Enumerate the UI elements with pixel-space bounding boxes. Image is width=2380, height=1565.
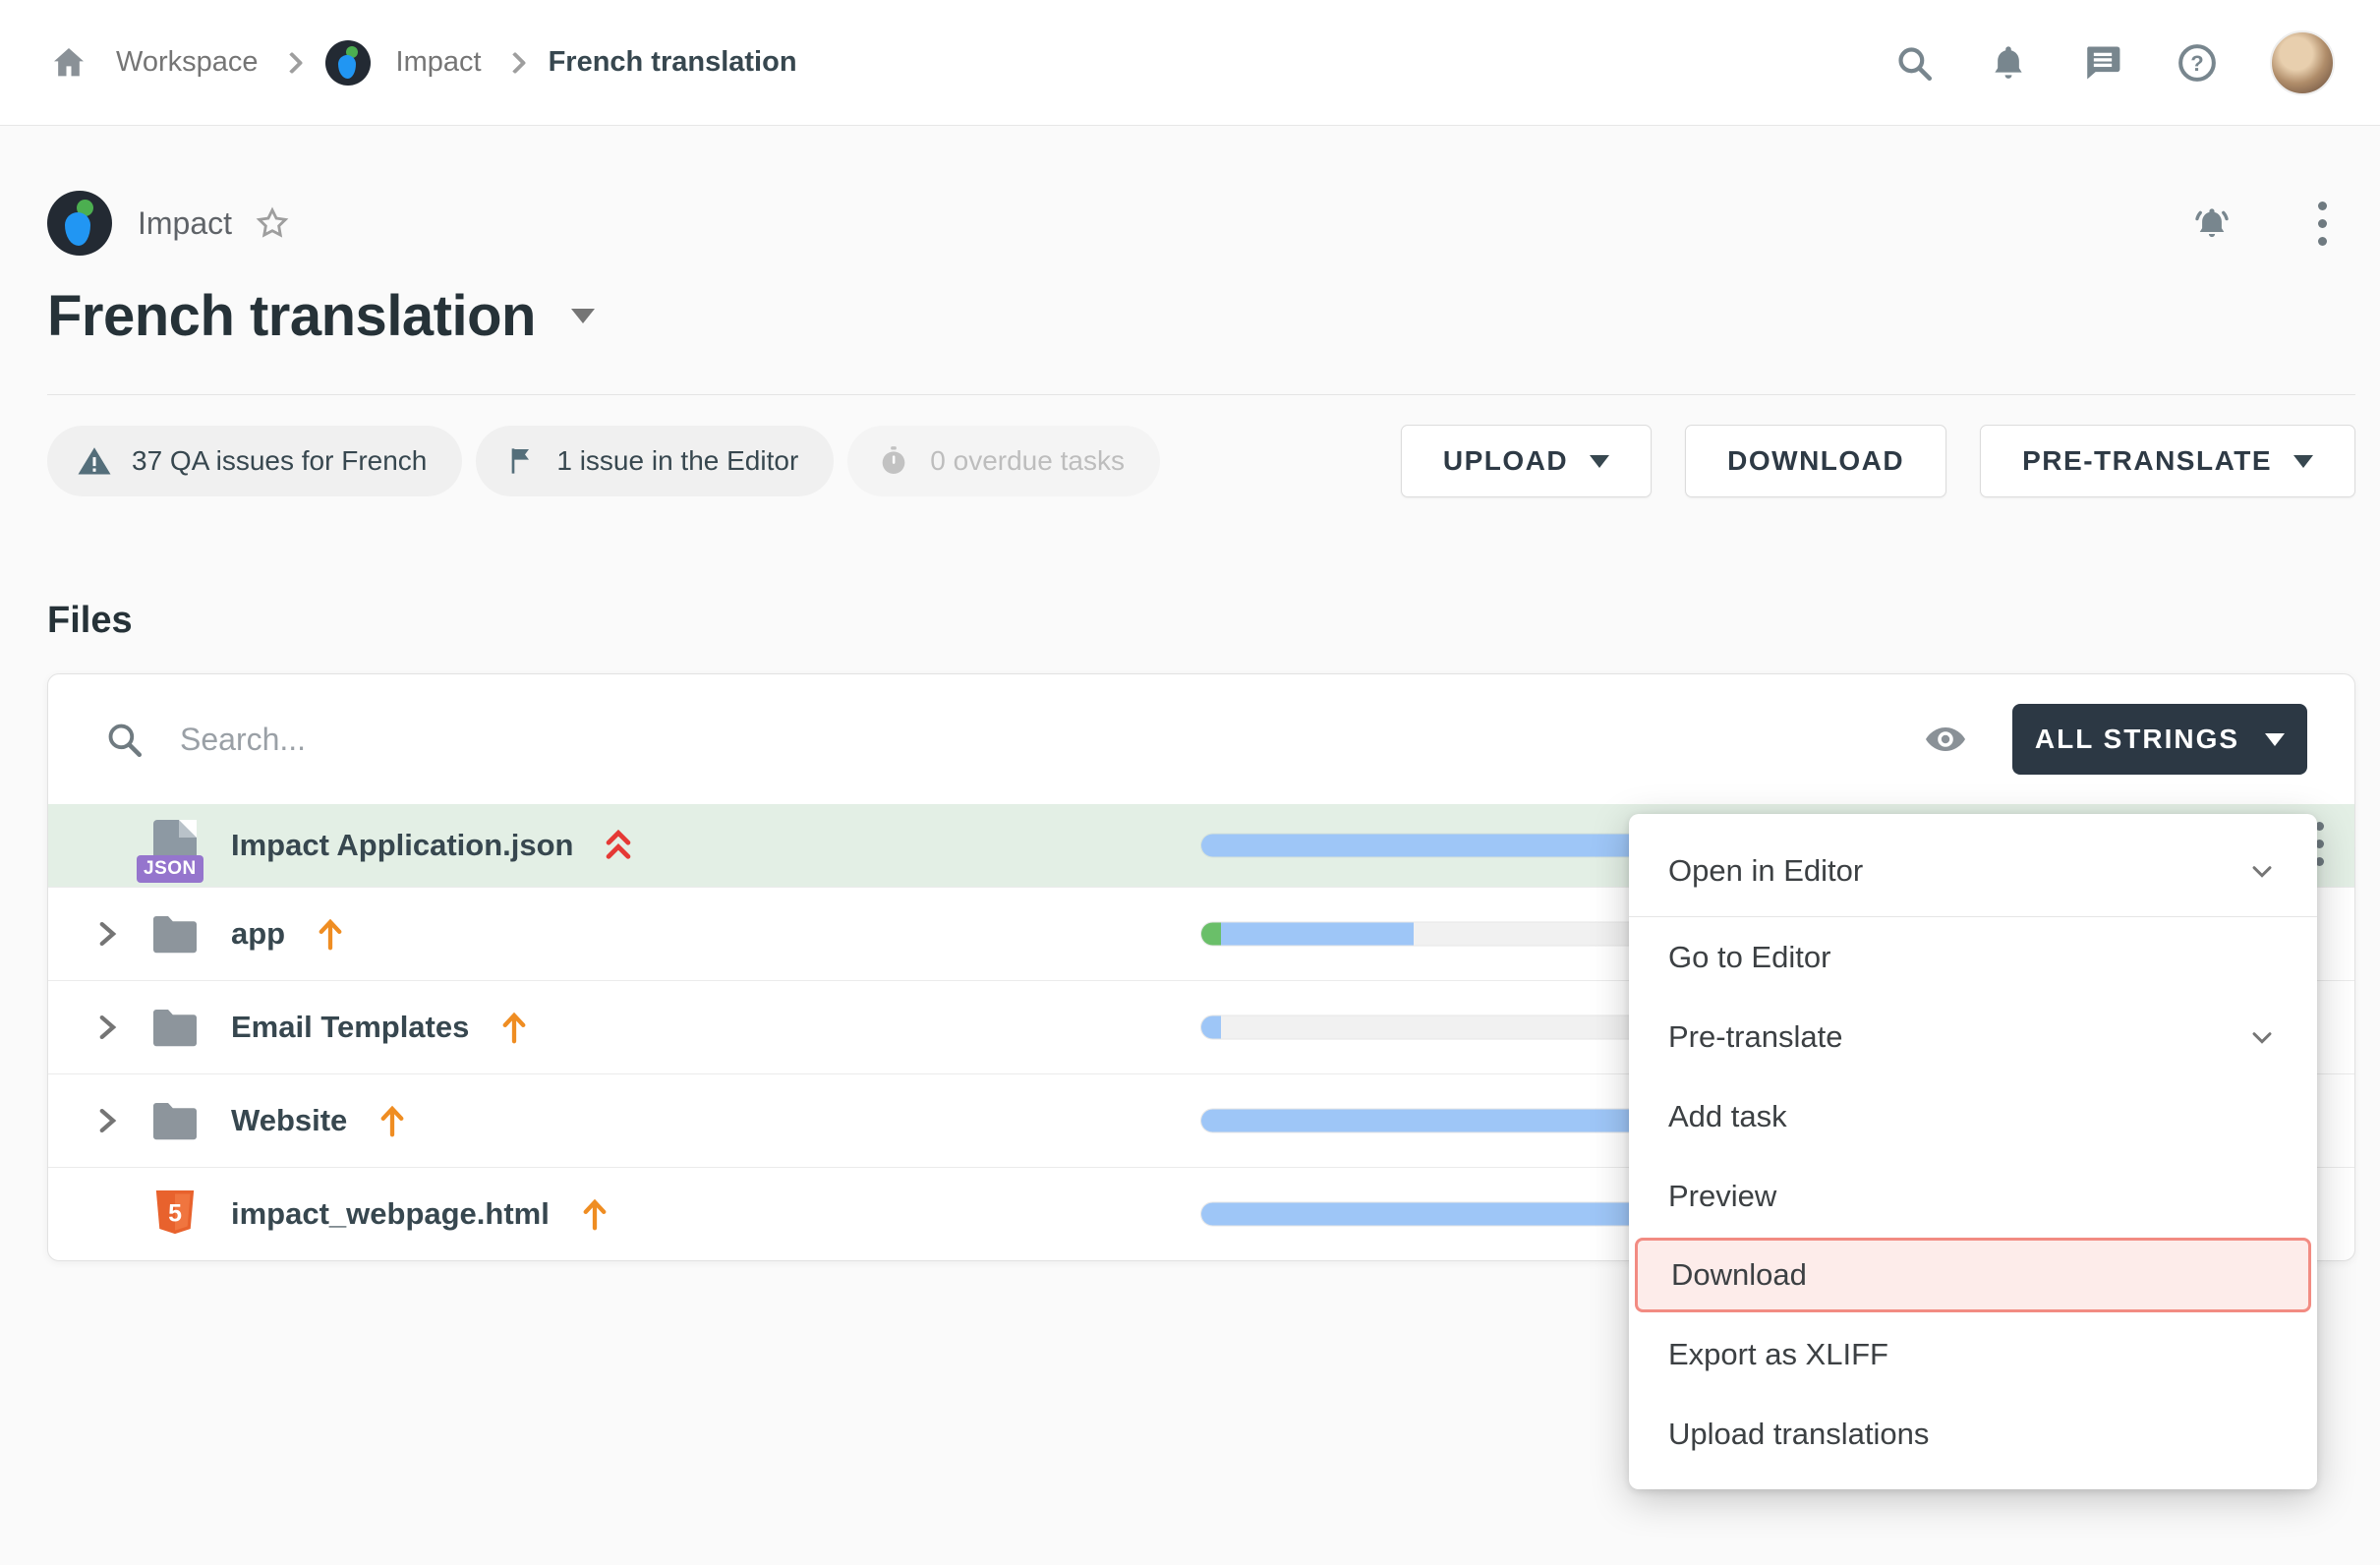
menu-item-download[interactable]: Download (1635, 1238, 2311, 1312)
pre-translate-button-label: PRE-TRANSLATE (2022, 445, 2272, 477)
all-strings-filter-button[interactable]: ALL STRINGS (2012, 704, 2307, 775)
menu-item-label: Go to Editor (1668, 940, 1830, 975)
files-section-heading: Files (47, 600, 2355, 642)
home-icon[interactable] (47, 41, 90, 85)
upload-button[interactable]: UPLOAD (1401, 425, 1652, 497)
menu-item-export-as-xliff[interactable]: Export as XLIFF (1629, 1314, 2317, 1394)
all-strings-label: ALL STRINGS (2035, 724, 2239, 755)
file-name: impact_webpage.html (231, 1196, 550, 1232)
search-icon (103, 719, 145, 760)
menu-item-preview[interactable]: Preview (1629, 1156, 2317, 1236)
project-logo[interactable] (325, 40, 371, 86)
qa-issues-chip[interactable]: 37 QA issues for French (47, 426, 462, 496)
subscribe-bell-ring-icon[interactable] (2190, 202, 2234, 245)
files-search-row: ALL STRINGS (48, 674, 2354, 804)
pre-translate-button[interactable]: PRE-TRANSLATE (1980, 425, 2355, 497)
folder-icon (146, 1099, 203, 1142)
json-badge: JSON (137, 855, 203, 883)
menu-item-pre-translate[interactable]: Pre-translate (1629, 997, 2317, 1076)
stopwatch-icon (877, 444, 910, 478)
editor-issues-label: 1 issue in the Editor (556, 445, 798, 477)
chevron-down-icon (2265, 733, 2285, 746)
project-logo (47, 191, 112, 256)
breadcrumb-current-page: French translation (549, 46, 797, 79)
warning-triangle-icon (77, 443, 112, 479)
priority-high-icon (375, 1101, 410, 1140)
svg-text:?: ? (2190, 51, 2203, 76)
menu-item-open-in-editor[interactable]: Open in Editor (1629, 826, 2317, 916)
overdue-tasks-chip[interactable]: 0 overdue tasks (847, 426, 1160, 496)
search-input[interactable] (180, 722, 1922, 758)
upload-button-label: UPLOAD (1443, 445, 1568, 477)
project-name: Impact (138, 205, 232, 242)
notifications-bell-icon[interactable] (1987, 41, 2030, 85)
divider (47, 394, 2355, 395)
html-file-icon: 5 (146, 1188, 203, 1240)
search-icon[interactable] (1892, 41, 1936, 85)
menu-item-label: Open in Editor (1668, 853, 1863, 889)
chevron-down-icon[interactable] (571, 309, 595, 323)
priority-high-icon (577, 1194, 612, 1234)
expand-chevron-icon[interactable] (89, 1104, 139, 1137)
breadcrumb-project[interactable]: Impact (396, 46, 482, 79)
expand-chevron-icon[interactable] (89, 1011, 139, 1044)
menu-item-go-to-editor[interactable]: Go to Editor (1629, 917, 2317, 997)
page-title: French translation (47, 283, 536, 349)
priority-high-icon (313, 914, 348, 954)
priority-highest-icon (602, 826, 635, 865)
help-icon[interactable]: ? (2176, 41, 2219, 85)
file-context-menu: Open in Editor Go to Editor Pre-translat… (1629, 814, 2317, 1489)
menu-item-label: Add task (1668, 1099, 1787, 1134)
download-button[interactable]: DOWNLOAD (1685, 425, 1946, 497)
user-avatar[interactable] (2270, 30, 2335, 95)
menu-item-label: Pre-translate (1668, 1019, 1842, 1055)
expand-chevron-icon[interactable] (89, 917, 139, 951)
folder-name: app (231, 916, 285, 952)
eye-preview-icon[interactable] (1922, 716, 1969, 763)
menu-item-label: Upload translations (1668, 1417, 1929, 1452)
breadcrumb: Workspace Impact French translation (47, 40, 797, 86)
folder-icon (146, 1006, 203, 1049)
editor-issues-chip[interactable]: 1 issue in the Editor (476, 426, 834, 496)
project-more-menu-icon[interactable] (2302, 202, 2342, 246)
chevron-right-icon (503, 51, 526, 74)
menu-item-label: Download (1671, 1257, 1807, 1293)
flag-icon (505, 445, 537, 477)
chat-icon[interactable] (2081, 41, 2124, 85)
svg-text:5: 5 (168, 1200, 182, 1228)
menu-item-upload-translations[interactable]: Upload translations (1629, 1394, 2317, 1474)
chevron-down-icon (1590, 455, 1609, 468)
folder-name: Email Templates (231, 1010, 469, 1045)
chevron-right-icon (280, 51, 303, 74)
menu-item-label: Preview (1668, 1179, 1776, 1214)
download-button-label: DOWNLOAD (1727, 445, 1904, 477)
menu-item-label: Export as XLIFF (1668, 1337, 1888, 1372)
file-name: Impact Application.json (231, 828, 574, 863)
overdue-tasks-label: 0 overdue tasks (930, 445, 1125, 477)
menu-item-add-task[interactable]: Add task (1629, 1076, 2317, 1156)
priority-high-icon (496, 1008, 532, 1047)
chevron-down-icon (2246, 855, 2278, 887)
chevron-down-icon (2293, 455, 2313, 468)
qa-issues-label: 37 QA issues for French (132, 445, 427, 477)
top-navigation-bar: Workspace Impact French translation ? (0, 0, 2380, 126)
breadcrumb-workspace[interactable]: Workspace (116, 46, 259, 79)
chevron-down-icon (2246, 1021, 2278, 1053)
folder-icon (146, 912, 203, 956)
folder-name: Website (231, 1103, 347, 1138)
star-favorite-icon[interactable] (254, 204, 291, 242)
